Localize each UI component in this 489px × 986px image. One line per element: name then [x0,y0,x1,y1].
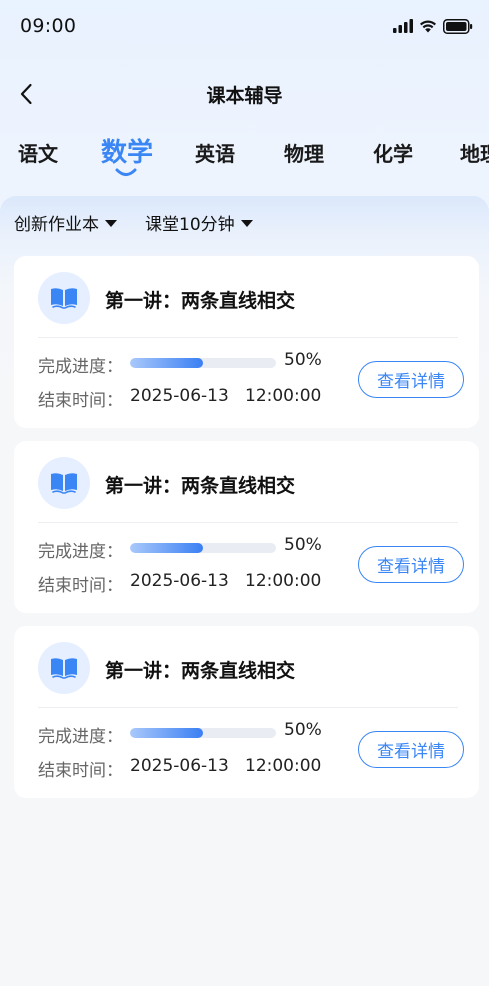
divider [38,522,458,523]
end-time-label: 结束时间： [38,391,123,411]
end-time-value: 2025-06-13 12:00:00 [130,571,322,591]
filter-label: 课堂10分钟 [145,215,235,235]
tab-geography[interactable]: 地理 [460,138,489,167]
view-details-button[interactable]: 查看详情 [358,361,464,398]
caret-down-icon [105,220,117,227]
divider [38,707,458,708]
status-time: 09:00 [20,15,77,37]
lesson-card: 第一讲：两条直线相交 完成进度： 50% 结束时间： 2025-06-13 12… [14,626,479,798]
progress-label: 完成进度： [38,727,123,747]
lesson-title: 第一讲：两条直线相交 [105,660,296,682]
progress-value: 50% [284,720,322,740]
battery-icon [443,18,473,34]
progress-value: 50% [284,535,322,555]
open-book-icon [51,658,77,679]
tab-math[interactable]: 数学 [101,132,153,169]
lesson-title: 第一讲：两条直线相交 [105,290,296,312]
progress-label: 完成进度： [38,542,123,562]
status-bar: 09:00 [0,0,489,52]
filter-workbook[interactable]: 创新作业本 [14,210,117,235]
progress-bar [130,543,276,553]
filter-class-time[interactable]: 课堂10分钟 [145,210,253,235]
lesson-icon-badge [38,457,90,509]
end-time-value: 2025-06-13 12:00:00 [130,386,322,406]
lesson-card: 第一讲：两条直线相交 完成进度： 50% 结束时间： 2025-06-13 12… [14,256,479,428]
progress-fill [130,358,203,368]
signal-icon [393,19,413,33]
progress-fill [130,543,203,553]
tab-active-indicator [115,168,137,176]
end-time-value: 2025-06-13 12:00:00 [130,756,322,776]
progress-label: 完成进度： [38,357,123,377]
filter-row: 创新作业本 课堂10分钟 [14,210,253,235]
open-book-icon [51,288,77,309]
lesson-icon-badge [38,642,90,694]
progress-value: 50% [284,350,322,370]
nav-bar: 课本辅导 [0,70,489,118]
end-time-label: 结束时间： [38,576,123,596]
tab-physics[interactable]: 物理 [284,138,324,167]
tab-english[interactable]: 英语 [195,138,235,167]
end-time-label: 结束时间： [38,761,123,781]
wifi-icon [420,20,436,33]
tab-chemistry[interactable]: 化学 [373,138,413,167]
view-details-button[interactable]: 查看详情 [358,731,464,768]
open-book-icon [51,473,77,494]
lesson-icon-badge [38,272,90,324]
page-title: 课本辅导 [206,84,283,107]
filter-label: 创新作业本 [14,215,99,235]
progress-fill [130,728,203,738]
progress-bar [130,728,276,738]
content-panel: 创新作业本 课堂10分钟 第一讲：两条直线相交 完成进度： 50% 结束时间： … [0,196,489,986]
lesson-title: 第一讲：两条直线相交 [105,475,296,497]
tab-chinese[interactable]: 语文 [18,138,58,167]
progress-bar [130,358,276,368]
back-button[interactable] [10,78,42,110]
chevron-left-icon [20,83,32,105]
lesson-card: 第一讲：两条直线相交 完成进度： 50% 结束时间： 2025-06-13 12… [14,441,479,613]
status-icons [393,18,473,34]
subject-tabs: 语文 数学 英语 物理 化学 地理 [0,128,489,180]
divider [38,337,458,338]
caret-down-icon [240,220,253,227]
view-details-button[interactable]: 查看详情 [358,546,464,583]
